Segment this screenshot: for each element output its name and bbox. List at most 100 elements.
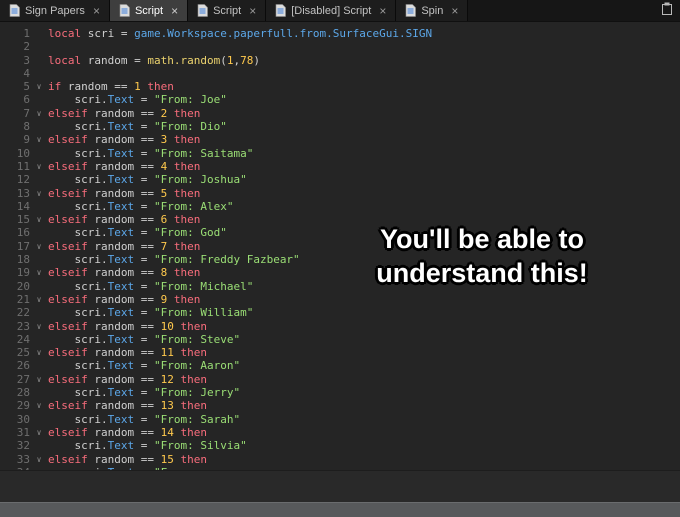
fold-chevron-icon[interactable]: ∨ [30, 160, 48, 173]
tab-script[interactable]: Script × [109, 0, 189, 21]
fold-gutter [30, 386, 48, 399]
code-line: 32 scri.Text = "From: Silvia" [0, 439, 680, 452]
close-tab-icon[interactable]: × [249, 5, 256, 17]
code-text: elseif random == 2 then [48, 106, 201, 120]
close-tab-icon[interactable]: × [171, 5, 178, 17]
code-line: 33 ∨ elseif random == 15 then [0, 453, 680, 466]
script-icon [119, 4, 130, 17]
code-text: local random = math.random(1,78) [48, 53, 260, 67]
fold-chevron-icon[interactable]: ∨ [30, 346, 48, 359]
line-number: 27 [16, 372, 30, 386]
line-number: 10 [16, 146, 30, 160]
fold-gutter [30, 27, 48, 40]
code-text: elseif random == 9 then [48, 292, 201, 306]
line-number: 15 [16, 213, 30, 227]
line-number: 22 [16, 306, 30, 320]
code-line: 24 scri.Text = "From: Steve" [0, 333, 680, 346]
code-text: scri.Text = "From: Steve" [48, 332, 241, 346]
tab-label: Sign Papers [25, 4, 85, 17]
code-text: scri.Text = "From: God" [48, 226, 227, 240]
line-number: 29 [16, 399, 30, 413]
code-line: 12 scri.Text = "From: Joshua" [0, 173, 680, 186]
code-text: elseif random == 15 then [48, 452, 207, 466]
code-line: 5 ∨ if random == 1 then [0, 80, 680, 93]
dock-panel-icon[interactable] [661, 1, 673, 20]
fold-gutter [30, 147, 48, 160]
line-number: 28 [16, 386, 30, 400]
fold-chevron-icon[interactable]: ∨ [30, 187, 48, 200]
code-line: 14 scri.Text = "From: Alex" [0, 200, 680, 213]
code-line: 13 ∨ elseif random == 5 then [0, 187, 680, 200]
code-line: 27 ∨ elseif random == 12 then [0, 373, 680, 386]
tab-bar-tools [661, 0, 680, 21]
tab-sign-papers[interactable]: Sign Papers × [0, 0, 110, 21]
code-text: scri.Text = "From: Freddy Fazbear" [48, 253, 300, 267]
tab-disabled-script[interactable]: [Disabled] Script × [266, 0, 397, 21]
overlay-caption: You'll be able to understand this! [348, 222, 616, 290]
code-line: 23 ∨ elseif random == 10 then [0, 320, 680, 333]
close-tab-icon[interactable]: × [379, 5, 386, 17]
fold-chevron-icon[interactable]: ∨ [30, 453, 48, 466]
code-text: scri.Text = "From: Michael" [48, 279, 254, 293]
fold-chevron-icon[interactable]: ∨ [30, 80, 48, 93]
tab-label: Script [134, 4, 164, 17]
code-line: 25 ∨ elseif random == 11 then [0, 346, 680, 359]
line-number: 7 [23, 106, 30, 120]
line-number: 13 [16, 186, 30, 200]
line-number: 14 [16, 199, 30, 213]
code-text: elseif random == 8 then [48, 266, 201, 280]
code-line: 11 ∨ elseif random == 4 then [0, 160, 680, 173]
code-text: elseif random == 10 then [48, 319, 207, 333]
fold-gutter [30, 226, 48, 239]
line-number: 21 [16, 292, 30, 306]
code-line: 29 ∨ elseif random == 13 then [0, 399, 680, 412]
overlay-caption-line2: understand this! [376, 258, 588, 288]
tab-label: Spin [421, 4, 444, 17]
code-text: scri.Text = "From: Joe" [48, 93, 227, 107]
close-tab-icon[interactable]: × [451, 5, 458, 17]
code-text: elseif random == 14 then [48, 425, 207, 439]
fold-chevron-icon[interactable]: ∨ [30, 240, 48, 253]
fold-chevron-icon[interactable]: ∨ [30, 213, 48, 226]
code-line: 3 local random = math.random(1,78) [0, 54, 680, 67]
close-tab-icon[interactable]: × [93, 5, 100, 17]
horizontal-scrollbar-track[interactable] [0, 470, 680, 502]
code-text: scri.Text = "From: Dio" [48, 120, 227, 134]
line-number: 8 [23, 120, 30, 134]
tab-list: Sign Papers × Script × Script × [Disabled] Scr… [0, 0, 469, 21]
line-number: 32 [16, 439, 30, 453]
code-text: elseif random == 12 then [48, 372, 207, 386]
fold-chevron-icon[interactable]: ∨ [30, 373, 48, 386]
fold-gutter [30, 359, 48, 372]
fold-gutter [30, 439, 48, 452]
code-text: scri.Text = "From: Jerry" [48, 386, 241, 400]
code-line: 6 scri.Text = "From: Joe" [0, 93, 680, 106]
fold-chevron-icon[interactable]: ∨ [30, 266, 48, 279]
fold-chevron-icon[interactable]: ∨ [30, 107, 48, 120]
code-text: scri.Text = "From: Joshua" [48, 173, 247, 187]
line-number: 33 [16, 452, 30, 466]
fold-chevron-icon[interactable]: ∨ [30, 399, 48, 412]
code-text: elseif random == 13 then [48, 399, 207, 413]
code-text: elseif random == 7 then [48, 239, 201, 253]
fold-chevron-icon[interactable]: ∨ [30, 426, 48, 439]
code-line: 28 scri.Text = "From: Jerry" [0, 386, 680, 399]
code-text: elseif random == 6 then [48, 213, 201, 227]
fold-gutter [30, 253, 48, 266]
tab-spin[interactable]: Spin × [396, 0, 469, 21]
code-text: elseif random == 11 then [48, 346, 207, 360]
fold-chevron-icon[interactable]: ∨ [30, 293, 48, 306]
fold-gutter [30, 333, 48, 346]
line-number: 25 [16, 346, 30, 360]
line-number: 16 [16, 226, 30, 240]
fold-chevron-icon[interactable]: ∨ [30, 320, 48, 333]
line-number: 3 [23, 53, 30, 67]
tab-script[interactable]: Script × [188, 0, 267, 21]
fold-chevron-icon[interactable]: ∨ [30, 133, 48, 146]
line-number: 5 [23, 80, 30, 94]
code-text: scri.Text = "From: Saitama" [48, 146, 254, 160]
code-text: scri.Text = "From: William" [48, 306, 254, 320]
code-line: 2 [0, 40, 680, 53]
fold-gutter [30, 413, 48, 426]
line-number: 19 [16, 266, 30, 280]
